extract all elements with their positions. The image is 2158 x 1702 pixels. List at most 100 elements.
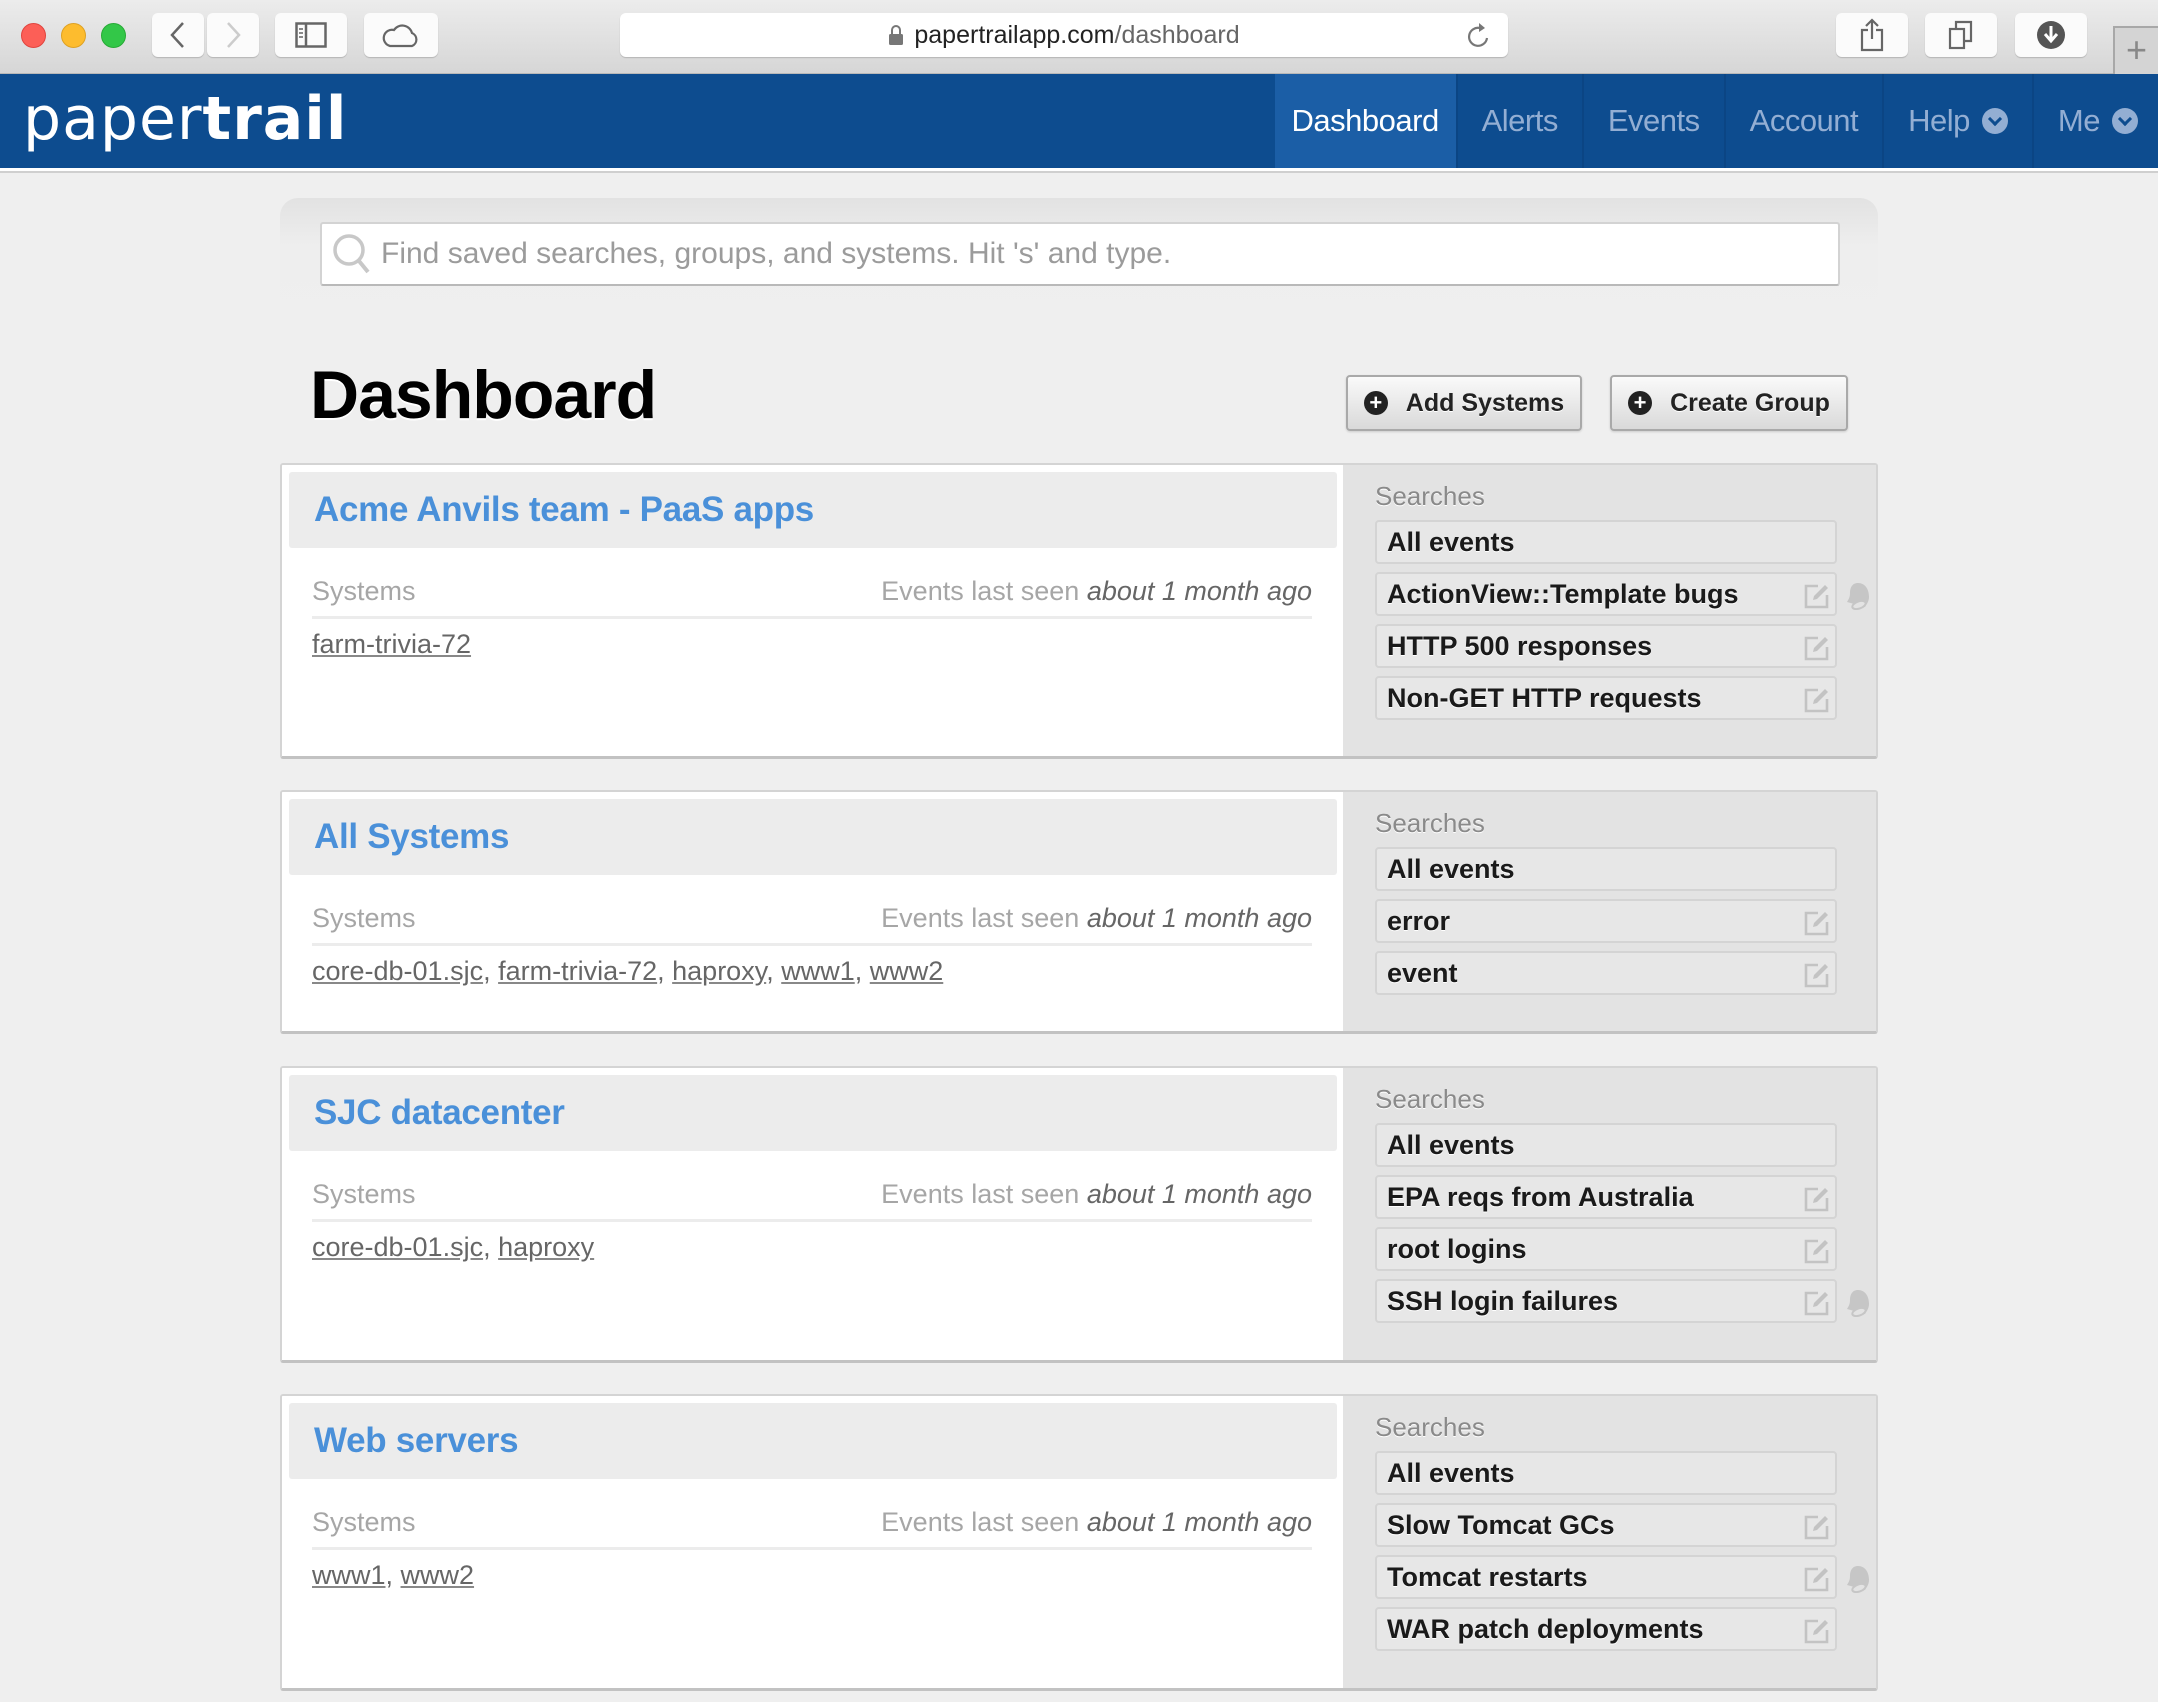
system-link[interactable]: haproxy: [672, 956, 766, 986]
bell-alert-icon[interactable]: [1845, 1563, 1871, 1598]
saved-search-item[interactable]: WAR patch deployments: [1375, 1607, 1837, 1651]
add-systems-button[interactable]: + Add Systems: [1346, 375, 1582, 431]
logo-text-light: paper: [23, 84, 203, 154]
reload-icon[interactable]: [1466, 22, 1492, 50]
saved-search-item[interactable]: SSH login failures: [1375, 1279, 1837, 1323]
chevron-down-icon: [2112, 108, 2138, 134]
system-link[interactable]: core-db-01.sjc: [312, 956, 483, 986]
edit-icon[interactable]: [1803, 1565, 1831, 1600]
saved-search-item[interactable]: All events: [1375, 520, 1837, 564]
searches-label: Searches: [1375, 1084, 1485, 1114]
saved-search-name: All events: [1387, 1129, 1515, 1160]
edit-icon[interactable]: [1803, 1617, 1831, 1652]
search-box[interactable]: [320, 222, 1840, 286]
systems-label: Systems: [312, 1179, 416, 1209]
saved-search-name: SSH login failures: [1387, 1285, 1619, 1316]
saved-search-item[interactable]: Non-GET HTTP requests: [1375, 676, 1837, 720]
saved-search-item[interactable]: EPA reqs from Australia: [1375, 1175, 1837, 1219]
nav-me-label: Me: [2057, 103, 2101, 138]
edit-icon[interactable]: [1803, 1185, 1831, 1220]
chevron-right-icon: [227, 22, 241, 48]
share-button[interactable]: [1836, 13, 1908, 57]
saved-search-item[interactable]: event: [1375, 951, 1837, 995]
group-title-link[interactable]: Acme Anvils team - PaaS apps: [314, 490, 814, 530]
saved-search-item[interactable]: ActionView::Template bugs: [1375, 572, 1837, 616]
edit-icon[interactable]: [1803, 909, 1831, 944]
edit-icon[interactable]: [1803, 961, 1831, 996]
system-link[interactable]: farm-trivia-72: [498, 956, 657, 986]
last-seen-prefix: Events last seen: [881, 1179, 1080, 1209]
system-link[interactable]: haproxy: [498, 1232, 594, 1262]
address-bar[interactable]: papertrailapp.com/dashboard: [620, 13, 1508, 57]
saved-search-name: All events: [1387, 853, 1515, 884]
edit-icon[interactable]: [1803, 1237, 1831, 1272]
system-link[interactable]: www2: [401, 1560, 475, 1590]
nav-me[interactable]: Me: [2031, 74, 2158, 168]
tabs-icon: [1948, 20, 1973, 50]
events-last-seen: Events last seen about 1 month ago: [881, 903, 1312, 934]
system-link[interactable]: www2: [870, 956, 944, 986]
icloud-tabs-button[interactable]: [364, 13, 438, 57]
searches-panel: Searches All events Slow Tomcat GCs Tomc…: [1343, 1396, 1876, 1688]
saved-search-item[interactable]: Tomcat restarts: [1375, 1555, 1837, 1599]
systems-list: core-db-01.sjc, haproxy: [312, 1232, 594, 1263]
create-group-button[interactable]: + Create Group: [1610, 375, 1848, 431]
saved-search-item[interactable]: error: [1375, 899, 1837, 943]
saved-search-item[interactable]: Slow Tomcat GCs: [1375, 1503, 1837, 1547]
nav-help[interactable]: Help: [1882, 74, 2032, 168]
back-button[interactable]: [152, 13, 204, 57]
bell-alert-icon[interactable]: [1845, 1287, 1871, 1322]
system-link[interactable]: farm-trivia-72: [312, 629, 471, 659]
tab-overview-button[interactable]: [1925, 13, 1997, 57]
forward-button[interactable]: [207, 13, 259, 57]
saved-search-item[interactable]: All events: [1375, 1451, 1837, 1495]
plus-circle-icon: +: [1363, 391, 1388, 415]
system-link[interactable]: www1: [781, 956, 855, 986]
papertrail-logo[interactable]: papertrail: [23, 84, 347, 154]
bell-alert-icon[interactable]: [1845, 580, 1871, 615]
last-seen-value: about 1 month ago: [1086, 1179, 1312, 1209]
group-title-link[interactable]: Web servers: [314, 1421, 519, 1461]
search-input[interactable]: [381, 237, 1781, 271]
saved-search-item[interactable]: HTTP 500 responses: [1375, 624, 1837, 668]
system-link[interactable]: www1: [312, 1560, 386, 1590]
systems-list: www1, www2: [312, 1560, 474, 1591]
edit-icon[interactable]: [1803, 686, 1831, 721]
systems-header-row: Systems Events last seen about 1 month a…: [312, 894, 1312, 946]
edit-icon[interactable]: [1803, 634, 1831, 669]
edit-icon[interactable]: [1803, 1289, 1831, 1324]
minimize-window-button[interactable]: [61, 23, 86, 48]
edit-icon[interactable]: [1803, 582, 1831, 617]
separator: ,: [657, 956, 673, 986]
close-window-button[interactable]: [21, 23, 46, 48]
zoom-window-button[interactable]: [101, 23, 126, 48]
saved-search-item[interactable]: root logins: [1375, 1227, 1837, 1271]
saved-search-item[interactable]: All events: [1375, 847, 1837, 891]
group-header: All Systems: [289, 799, 1337, 875]
chevron-left-icon: [170, 22, 184, 48]
group-info: Acme Anvils team - PaaS apps Systems Eve…: [282, 465, 1343, 756]
group-title-link[interactable]: SJC datacenter: [314, 1093, 565, 1133]
downloads-button[interactable]: [2015, 13, 2087, 57]
group-card: All Systems Systems Events last seen abo…: [280, 790, 1878, 1034]
sidebar-icon: [295, 22, 327, 48]
nav-dashboard[interactable]: Dashboard: [1274, 74, 1456, 168]
chevron-down-icon: [1981, 108, 2008, 134]
group-title-link[interactable]: All Systems: [314, 817, 509, 857]
edit-icon[interactable]: [1803, 1513, 1831, 1548]
nav-alerts[interactable]: Alerts: [1455, 74, 1582, 168]
system-link[interactable]: core-db-01.sjc: [312, 1232, 483, 1262]
searches-panel: Searches All events error event: [1343, 792, 1876, 1031]
nav-account[interactable]: Account: [1723, 74, 1883, 168]
saved-search-item[interactable]: All events: [1375, 1123, 1837, 1167]
events-last-seen: Events last seen about 1 month ago: [881, 1507, 1312, 1538]
new-tab-button[interactable]: +: [2113, 26, 2158, 74]
group-info: All Systems Systems Events last seen abo…: [282, 792, 1343, 1031]
separator: ,: [483, 1232, 499, 1262]
sidebar-toggle-button[interactable]: [275, 13, 347, 57]
systems-header-row: Systems Events last seen about 1 month a…: [312, 567, 1312, 619]
nav-events[interactable]: Events: [1581, 74, 1724, 168]
saved-search-name: EPA reqs from Australia: [1387, 1181, 1694, 1212]
saved-search-name: All events: [1387, 526, 1515, 557]
last-seen-prefix: Events last seen: [881, 1507, 1080, 1537]
